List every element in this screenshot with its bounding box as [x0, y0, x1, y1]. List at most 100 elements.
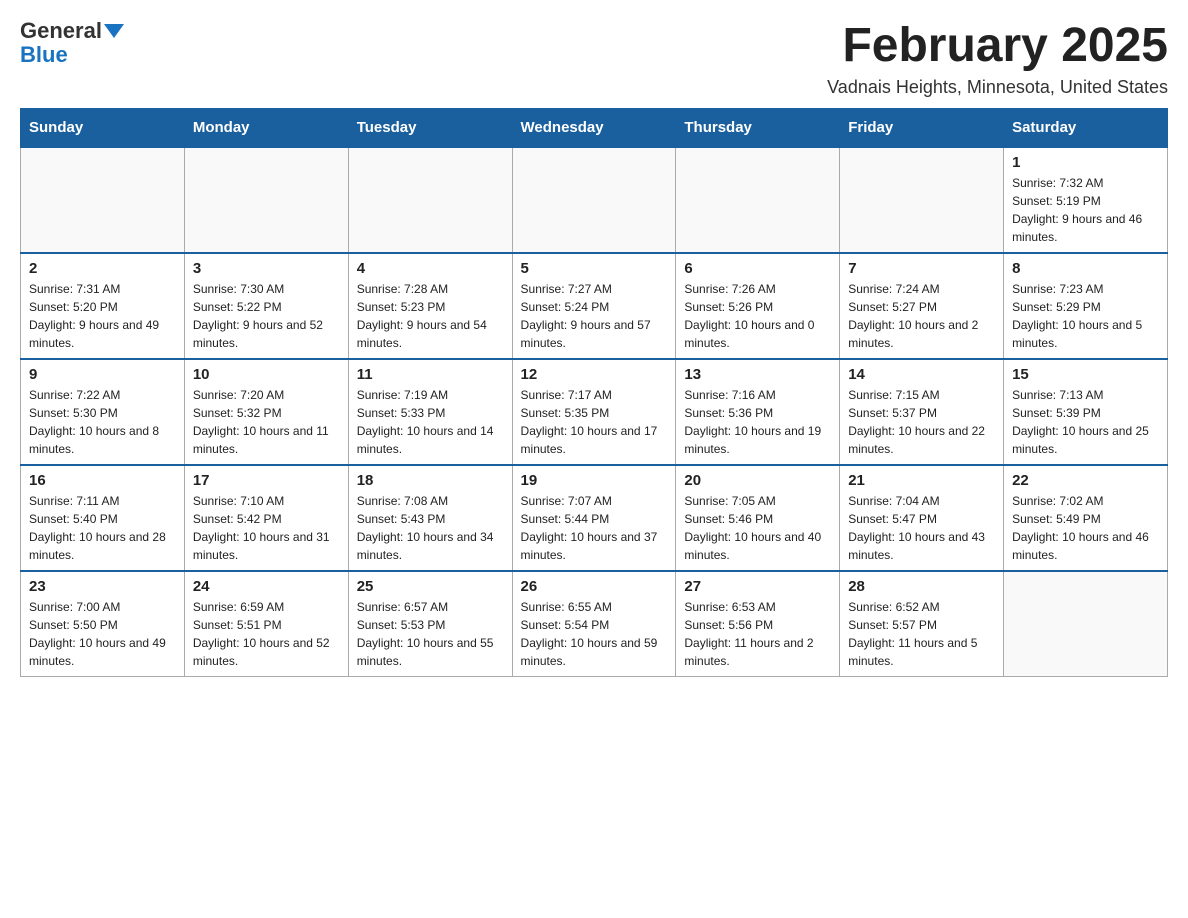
day-info: Sunrise: 7:11 AMSunset: 5:40 PMDaylight:…	[29, 492, 176, 564]
day-cell	[676, 147, 840, 253]
day-info: Sunrise: 7:00 AMSunset: 5:50 PMDaylight:…	[29, 598, 176, 670]
day-number: 4	[357, 260, 504, 277]
day-cell	[184, 147, 348, 253]
day-info: Sunrise: 7:08 AMSunset: 5:43 PMDaylight:…	[357, 492, 504, 564]
day-info: Sunrise: 7:10 AMSunset: 5:42 PMDaylight:…	[193, 492, 340, 564]
day-info: Sunrise: 7:05 AMSunset: 5:46 PMDaylight:…	[684, 492, 831, 564]
day-cell: 12Sunrise: 7:17 AMSunset: 5:35 PMDayligh…	[512, 359, 676, 465]
day-number: 22	[1012, 472, 1159, 489]
day-number: 6	[684, 260, 831, 277]
day-info: Sunrise: 7:32 AMSunset: 5:19 PMDaylight:…	[1012, 174, 1159, 246]
day-cell	[348, 147, 512, 253]
day-cell: 15 Sunrise: 7:13 AMSunset: 5:39 PMDayligh…	[1004, 359, 1168, 465]
week-row-2: 2Sunrise: 7:31 AMSunset: 5:20 PMDaylight…	[21, 253, 1168, 359]
day-cell: 27 Sunrise: 6:53 AMSunset: 5:56 PMDayligh…	[676, 571, 840, 677]
day-cell: 8 Sunrise: 7:23 AMSunset: 5:29 PMDaylight…	[1004, 253, 1168, 359]
logo-blue: Blue	[20, 42, 68, 68]
day-cell: 23 Sunrise: 7:00 AMSunset: 5:50 PMDayligh…	[21, 571, 185, 677]
day-cell: 24 Sunrise: 6:59 AMSunset: 5:51 PMDayligh…	[184, 571, 348, 677]
day-cell: 1 Sunrise: 7:32 AMSunset: 5:19 PMDaylight…	[1004, 147, 1168, 253]
day-number: 13	[684, 366, 831, 383]
title-section: February 2025 Vadnais Heights, Minnesota…	[827, 20, 1168, 98]
day-cell: 9 Sunrise: 7:22 AMSunset: 5:30 PMDaylight…	[21, 359, 185, 465]
day-info: Sunrise: 6:57 AMSunset: 5:53 PMDaylight:…	[357, 598, 504, 670]
day-number: 21	[848, 472, 995, 489]
day-number: 28	[848, 578, 995, 595]
day-cell: 5 Sunrise: 7:27 AMSunset: 5:24 PMDaylight…	[512, 253, 676, 359]
day-cell: 10 Sunrise: 7:20 AMSunset: 5:32 PMDayligh…	[184, 359, 348, 465]
week-row-1: 1 Sunrise: 7:32 AMSunset: 5:19 PMDaylight…	[21, 147, 1168, 253]
day-cell: 26Sunrise: 6:55 AMSunset: 5:54 PMDayligh…	[512, 571, 676, 677]
day-number: 26	[521, 578, 668, 595]
day-info: Sunrise: 7:28 AMSunset: 5:23 PMDaylight:…	[357, 280, 504, 352]
day-info: Sunrise: 6:53 AMSunset: 5:56 PMDaylight:…	[684, 598, 831, 670]
day-cell: 16 Sunrise: 7:11 AMSunset: 5:40 PMDayligh…	[21, 465, 185, 571]
weekday-header-wednesday: Wednesday	[512, 108, 676, 147]
day-cell: 3Sunrise: 7:30 AMSunset: 5:22 PMDaylight…	[184, 253, 348, 359]
day-number: 24	[193, 578, 340, 595]
day-info: Sunrise: 7:07 AMSunset: 5:44 PMDaylight:…	[521, 492, 668, 564]
day-cell	[21, 147, 185, 253]
weekday-header-monday: Monday	[184, 108, 348, 147]
day-number: 11	[357, 366, 504, 383]
weekday-header-row: SundayMondayTuesdayWednesdayThursdayFrid…	[21, 108, 1168, 147]
day-number: 3	[193, 260, 340, 277]
weekday-header-friday: Friday	[840, 108, 1004, 147]
day-number: 9	[29, 366, 176, 383]
week-row-3: 9 Sunrise: 7:22 AMSunset: 5:30 PMDaylight…	[21, 359, 1168, 465]
day-info: Sunrise: 6:59 AMSunset: 5:51 PMDaylight:…	[193, 598, 340, 670]
page-header: General Blue February 2025 Vadnais Heigh…	[20, 20, 1168, 98]
weekday-header-sunday: Sunday	[21, 108, 185, 147]
day-number: 10	[193, 366, 340, 383]
day-cell: 2Sunrise: 7:31 AMSunset: 5:20 PMDaylight…	[21, 253, 185, 359]
day-cell: 7Sunrise: 7:24 AMSunset: 5:27 PMDaylight…	[840, 253, 1004, 359]
day-cell: 20Sunrise: 7:05 AMSunset: 5:46 PMDayligh…	[676, 465, 840, 571]
day-cell: 13 Sunrise: 7:16 AMSunset: 5:36 PMDayligh…	[676, 359, 840, 465]
day-number: 14	[848, 366, 995, 383]
day-cell: 11 Sunrise: 7:19 AMSunset: 5:33 PMDayligh…	[348, 359, 512, 465]
day-number: 16	[29, 472, 176, 489]
day-info: Sunrise: 7:27 AMSunset: 5:24 PMDaylight:…	[521, 280, 668, 352]
day-number: 19	[521, 472, 668, 489]
day-info: Sunrise: 7:20 AMSunset: 5:32 PMDaylight:…	[193, 386, 340, 458]
day-cell: 22 Sunrise: 7:02 AMSunset: 5:49 PMDayligh…	[1004, 465, 1168, 571]
day-info: Sunrise: 7:23 AMSunset: 5:29 PMDaylight:…	[1012, 280, 1159, 352]
day-number: 12	[521, 366, 668, 383]
logo-general: General	[20, 20, 102, 42]
day-number: 8	[1012, 260, 1159, 277]
day-cell: 17 Sunrise: 7:10 AMSunset: 5:42 PMDayligh…	[184, 465, 348, 571]
day-info: Sunrise: 7:24 AMSunset: 5:27 PMDaylight:…	[848, 280, 995, 352]
day-cell: 18 Sunrise: 7:08 AMSunset: 5:43 PMDayligh…	[348, 465, 512, 571]
month-title: February 2025	[827, 20, 1168, 73]
day-number: 17	[193, 472, 340, 489]
day-info: Sunrise: 7:16 AMSunset: 5:36 PMDaylight:…	[684, 386, 831, 458]
logo: General Blue	[20, 20, 124, 68]
day-info: Sunrise: 7:15 AMSunset: 5:37 PMDaylight:…	[848, 386, 995, 458]
day-cell	[512, 147, 676, 253]
day-cell: 19 Sunrise: 7:07 AMSunset: 5:44 PMDayligh…	[512, 465, 676, 571]
week-row-5: 23 Sunrise: 7:00 AMSunset: 5:50 PMDayligh…	[21, 571, 1168, 677]
weekday-header-thursday: Thursday	[676, 108, 840, 147]
day-info: Sunrise: 7:02 AMSunset: 5:49 PMDaylight:…	[1012, 492, 1159, 564]
day-info: Sunrise: 7:13 AMSunset: 5:39 PMDaylight:…	[1012, 386, 1159, 458]
day-info: Sunrise: 7:31 AMSunset: 5:20 PMDaylight:…	[29, 280, 176, 352]
day-number: 27	[684, 578, 831, 595]
weekday-header-tuesday: Tuesday	[348, 108, 512, 147]
day-cell: 6Sunrise: 7:26 AMSunset: 5:26 PMDaylight…	[676, 253, 840, 359]
day-cell: 21Sunrise: 7:04 AMSunset: 5:47 PMDayligh…	[840, 465, 1004, 571]
day-number: 5	[521, 260, 668, 277]
day-cell: 14 Sunrise: 7:15 AMSunset: 5:37 PMDayligh…	[840, 359, 1004, 465]
week-row-4: 16 Sunrise: 7:11 AMSunset: 5:40 PMDayligh…	[21, 465, 1168, 571]
day-info: Sunrise: 6:52 AMSunset: 5:57 PMDaylight:…	[848, 598, 995, 670]
day-number: 18	[357, 472, 504, 489]
day-info: Sunrise: 7:19 AMSunset: 5:33 PMDaylight:…	[357, 386, 504, 458]
day-info: Sunrise: 7:22 AMSunset: 5:30 PMDaylight:…	[29, 386, 176, 458]
day-number: 23	[29, 578, 176, 595]
day-cell: 28 Sunrise: 6:52 AMSunset: 5:57 PMDayligh…	[840, 571, 1004, 677]
day-number: 25	[357, 578, 504, 595]
logo-arrow-icon	[104, 24, 124, 38]
location: Vadnais Heights, Minnesota, United State…	[827, 77, 1168, 98]
day-number: 15	[1012, 366, 1159, 383]
day-number: 1	[1012, 154, 1159, 171]
day-cell: 4 Sunrise: 7:28 AMSunset: 5:23 PMDaylight…	[348, 253, 512, 359]
